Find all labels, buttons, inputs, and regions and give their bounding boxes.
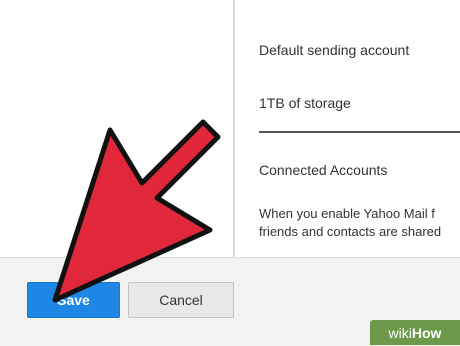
watermark-wiki-text: wiki (388, 324, 412, 341)
left-pane (0, 0, 233, 257)
storage-label: 1TB of storage (259, 95, 351, 111)
cancel-button[interactable]: Cancel (128, 282, 234, 318)
watermark-how-text: How (411, 324, 442, 341)
wikihow-watermark: wiki How (370, 320, 460, 345)
description-line-1: When you enable Yahoo Mail f (259, 206, 435, 221)
default-sending-account-label[interactable]: Default sending account (259, 42, 409, 58)
section-divider (259, 131, 460, 133)
save-button[interactable]: Save (27, 282, 120, 318)
connected-accounts-description: When you enable Yahoo Mail f friends and… (259, 205, 441, 241)
connected-accounts-title: Connected Accounts (259, 162, 388, 178)
settings-panel: Default sending account 1TB of storage C… (235, 0, 460, 257)
description-line-2: friends and contacts are shared (259, 224, 442, 239)
